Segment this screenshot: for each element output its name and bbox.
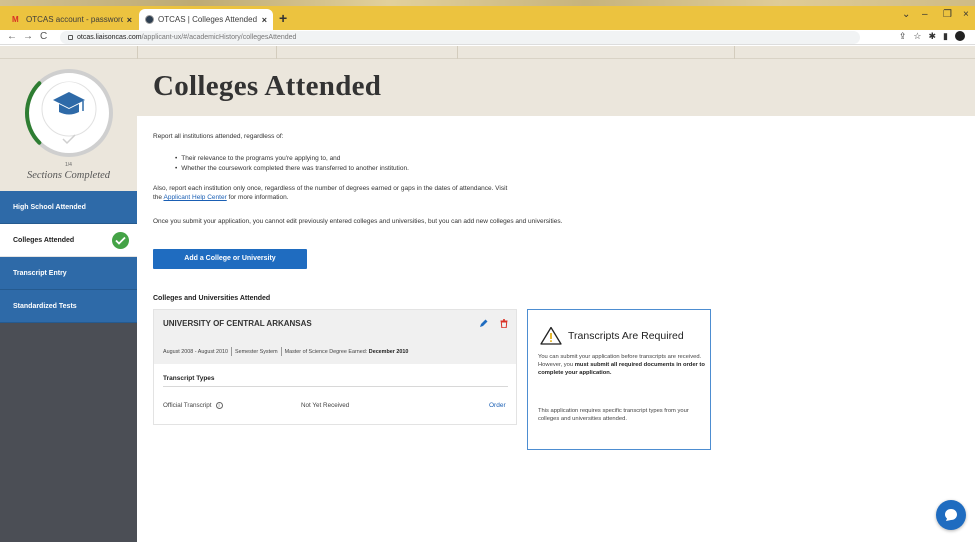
progress-count: 1/4 <box>65 162 72 168</box>
edit-pencil-icon[interactable] <box>479 319 488 328</box>
top-nav-ribbon <box>0 46 975 59</box>
page-title: Colleges Attended <box>153 70 382 102</box>
order-transcript-link[interactable]: Order <box>489 402 506 409</box>
college-card-header: UNIVERSITY OF CENTRAL ARKANSAS August 20… <box>154 310 516 364</box>
applicant-help-center-link[interactable]: Applicant Help Center <box>164 194 227 201</box>
colleges-section-heading: Colleges and Universities Attended <box>153 295 271 302</box>
transcript-types-heading: Transcript Types <box>163 375 215 382</box>
progress-panel: 1/4 Sections Completed <box>0 59 137 191</box>
sidebar-item-label: Transcript Entry <box>13 270 67 277</box>
chat-icon <box>945 509 957 521</box>
add-college-button[interactable]: Add a College or University <box>153 249 307 269</box>
progress-ring <box>25 69 113 157</box>
tab-title: OTCAS account - password reset <box>26 15 123 24</box>
otcas-favicon-icon <box>145 15 154 24</box>
notice-text: You can submit your application before t… <box>538 353 706 377</box>
college-name: UNIVERSITY OF CENTRAL ARKANSAS <box>163 319 312 328</box>
sidepanel-icon[interactable]: ▮ <box>943 31 948 42</box>
minimize-icon[interactable]: – <box>922 9 928 20</box>
close-icon[interactable]: × <box>262 15 267 25</box>
completed-check-icon <box>112 232 129 249</box>
address-bar-row: ← → C otcas.liaisoncas.com/applicant-ux/… <box>0 30 975 45</box>
notice-text-secondary: This application requires specific trans… <box>538 408 689 422</box>
lock-icon <box>68 34 73 40</box>
url-host: otcas.liaisoncas.com <box>77 34 142 41</box>
close-icon[interactable]: × <box>127 15 132 25</box>
sidebar-item-label: Standardized Tests <box>13 303 77 310</box>
profile-avatar[interactable] <box>955 31 965 41</box>
sidebar-item-colleges-attended[interactable]: Colleges Attended <box>0 224 137 257</box>
transcript-type: Official Transcript i <box>163 402 223 409</box>
transcripts-required-notice: Transcripts Are Required You can submit … <box>527 309 711 450</box>
forward-icon[interactable]: → <box>23 31 33 42</box>
sidebar-item-standardized-tests[interactable]: Standardized Tests <box>0 290 137 323</box>
sidebar-item-high-school-attended[interactable]: High School Attended <box>0 191 137 224</box>
warning-icon <box>540 326 562 345</box>
browser-tab-strip: M OTCAS account - password reset × OTCAS… <box>0 0 975 30</box>
sidebar: 1/4 Sections Completed High School Atten… <box>0 59 137 542</box>
also-report-text: Also, report each institution only once,… <box>153 184 633 202</box>
chat-support-button[interactable] <box>936 500 966 530</box>
tab-title: OTCAS | Colleges Attended Secti <box>158 15 258 24</box>
transcript-status: Not Yet Received <box>301 402 350 409</box>
sections-completed-label: Sections Completed <box>26 170 111 181</box>
list-item: Their relevance to the programs you're a… <box>175 154 409 164</box>
bookmark-star-icon[interactable]: ☆ <box>913 31 921 42</box>
url-path: /applicant-ux/#/academicHistory/colleges… <box>141 34 297 41</box>
decorative-banner <box>0 0 975 6</box>
gmail-icon: M <box>12 14 19 24</box>
bullet-list: Their relevance to the programs you're a… <box>175 154 409 173</box>
tab-search-icon[interactable]: ⌄ <box>902 9 910 20</box>
sidebar-item-transcript-entry[interactable]: Transcript Entry <box>0 257 137 290</box>
also-report-prefix: the <box>153 194 163 201</box>
notice-title: Transcripts Are Required <box>568 330 684 342</box>
academic-system: Semester System <box>235 348 278 355</box>
info-icon[interactable]: i <box>215 402 223 409</box>
sidebar-item-label: Colleges Attended <box>13 237 75 244</box>
reload-icon[interactable]: C <box>40 31 47 42</box>
college-card: UNIVERSITY OF CENTRAL ARKANSAS August 20… <box>153 309 517 425</box>
intro-text: Report all institutions attended, regard… <box>153 133 284 140</box>
attendance-dates: August 2008 - August 2010 <box>163 348 229 355</box>
college-attendance-details: August 2008 - August 2010 Semester System… <box>163 347 408 356</box>
also-report-line: Also, report each institution only once,… <box>153 185 508 192</box>
sidebar-item-label: High School Attended <box>13 204 86 211</box>
maximize-icon[interactable]: ❐ <box>943 9 952 20</box>
tab-colleges-attended[interactable]: OTCAS | Colleges Attended Secti × <box>139 9 273 30</box>
submit-note: Once you submit your application, you ca… <box>153 218 563 225</box>
also-report-suffix: for more information. <box>228 194 289 201</box>
back-icon[interactable]: ← <box>7 31 17 42</box>
delete-trash-icon[interactable] <box>500 319 508 328</box>
list-item: Whether the coursework completed there w… <box>175 164 409 174</box>
transcript-type-label: Official Transcript <box>163 402 212 410</box>
share-icon[interactable]: ⇪ <box>899 31 907 42</box>
new-tab-button[interactable]: + <box>279 10 287 26</box>
tab-password-reset[interactable]: M OTCAS account - password reset × <box>6 9 138 30</box>
close-window-icon[interactable]: × <box>963 9 969 20</box>
extensions-icon[interactable]: ✱ <box>929 31 937 42</box>
degree-label: Master of Science Degree Earned: <box>284 348 368 355</box>
browser-toolbar-icons: ⇪ ☆ ✱ ▮ <box>899 31 965 42</box>
divider <box>163 386 508 387</box>
degree-date: December 2010 <box>368 348 409 355</box>
url-field[interactable]: otcas.liaisoncas.com/applicant-ux/#/acad… <box>60 31 860 44</box>
graduation-cap-icon <box>46 82 92 128</box>
